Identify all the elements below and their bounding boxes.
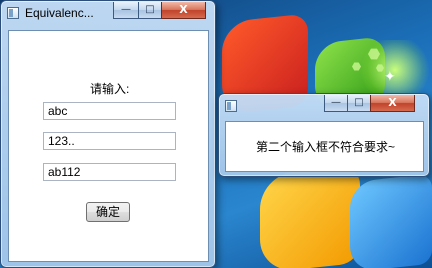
message-window: — □ X 第二个输入框不符合要求~ (218, 93, 430, 177)
minimize-button[interactable]: — (324, 95, 348, 112)
message-window-client: 第二个输入框不符合要求~ (225, 121, 424, 172)
butterfly-icon: ✦ (384, 69, 396, 85)
close-button[interactable]: X (161, 2, 206, 19)
input-prompt-label: 请输入: (90, 82, 130, 96)
maximize-button[interactable]: □ (347, 95, 371, 112)
close-button[interactable]: X (370, 95, 415, 112)
windows-logo-blue (350, 173, 432, 268)
windows-logo-yellow (260, 164, 360, 268)
maximize-button[interactable]: □ (138, 2, 162, 19)
main-window-titlebar[interactable]: Equivalenc... — □ X (1, 1, 215, 25)
validation-message: 第二个输入框不符合要求~ (256, 140, 396, 154)
minimize-button[interactable]: — (113, 2, 139, 19)
input-field-1[interactable]: abc (43, 102, 176, 120)
message-window-titlebar[interactable]: — □ X (219, 94, 429, 118)
ok-button[interactable]: 确定 (86, 202, 130, 222)
window-title: Equivalenc... (25, 6, 94, 20)
input-field-2[interactable]: 123.. (43, 132, 176, 150)
app-icon[interactable] (7, 7, 19, 19)
main-window-client: 请输入: abc 123.. ab112 确定 (8, 30, 209, 262)
main-window: Equivalenc... — □ X 请输入: abc 123.. ab112… (0, 0, 216, 268)
app-icon[interactable] (225, 100, 237, 112)
input-field-3[interactable]: ab112 (43, 163, 176, 181)
